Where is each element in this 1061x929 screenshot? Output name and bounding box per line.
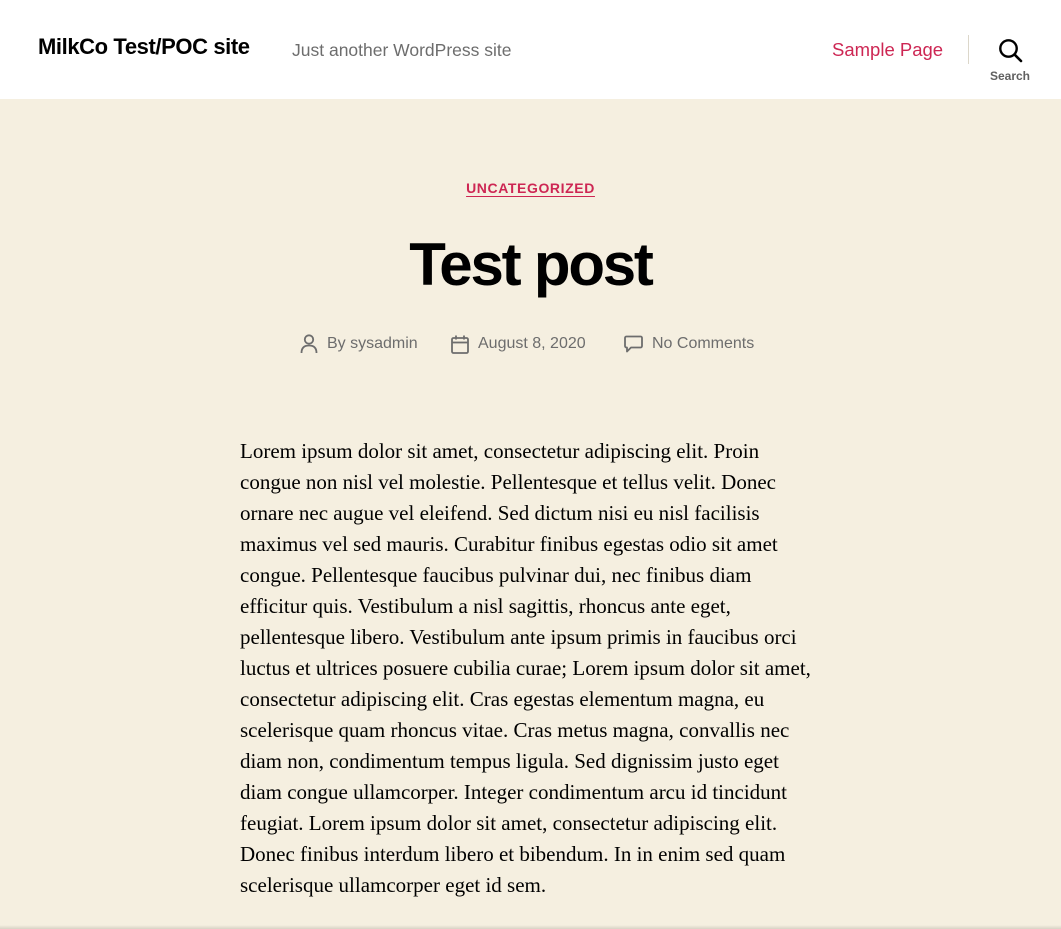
post-paragraph: Lorem ipsum dolor sit amet, consectetur … [240, 439, 811, 897]
author-link[interactable]: sysadmin [350, 335, 418, 353]
user-icon [300, 334, 318, 354]
calendar-icon [451, 335, 469, 354]
post-category: UNCATEGORIZED [0, 180, 1061, 198]
post-author: By sysadmin [300, 332, 418, 356]
post-comments: No Comments [624, 332, 754, 356]
search-label: Search [989, 69, 1031, 83]
site-title[interactable]: MilkCo Test/POC site [38, 34, 250, 60]
category-link[interactable]: UNCATEGORIZED [466, 180, 595, 196]
post-content: Lorem ipsum dolor sit amet, consectetur … [240, 436, 820, 901]
comments-link[interactable]: No Comments [652, 335, 754, 353]
date-link[interactable]: August 8, 2020 [478, 335, 586, 353]
header-divider [968, 35, 969, 64]
bottom-shadow [0, 925, 1061, 929]
author-prefix: By [327, 335, 346, 352]
post-title: Test post [409, 231, 654, 298]
comment-icon [624, 335, 643, 353]
site-header: MilkCo Test/POC site Just another WordPr… [0, 0, 1061, 99]
site-tagline: Just another WordPress site [292, 40, 512, 60]
post-meta: By sysadmin August 8, 2020 No Comments [0, 332, 1061, 356]
search-icon [999, 39, 1023, 63]
nav-item-sample-page[interactable]: Sample Page [832, 39, 943, 61]
search-toggle-button[interactable]: Search [985, 36, 1037, 86]
post-date: August 8, 2020 [451, 332, 586, 356]
